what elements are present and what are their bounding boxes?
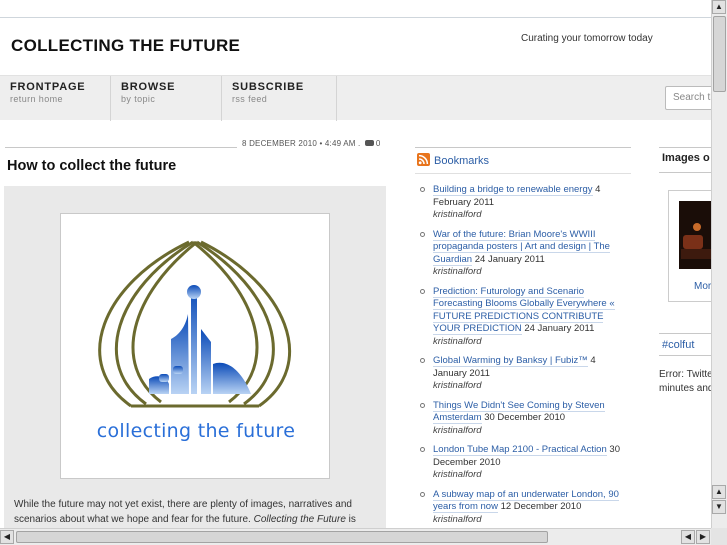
colfut-logo-graphic [98,240,291,408]
scroll-up-button[interactable]: ▲ [712,0,726,14]
header-top-rule [0,17,711,18]
comment-count[interactable]: 0 [376,139,381,148]
post-excerpt: While the future may not yet exist, ther… [14,497,369,528]
scroll-down-button[interactable]: ▼ [712,500,726,514]
images-widget-title: Images o [662,152,710,164]
site-tagline: Curating your tomorrow today [521,33,653,44]
post-meta-rule [5,147,237,148]
error-line: Error: Twitte [659,369,711,380]
browser-viewport: COLLECTING THE FUTURE Curating your tomo… [0,0,711,528]
nav-item-sublabel: return home [10,94,63,104]
bookmark-item: Things We Didn't See Coming by Steven Am… [418,399,630,438]
rss-icon-glyph [418,154,429,165]
bullet-icon [420,402,425,408]
bookmark-item: London Tube Map 2100 - Practical Action … [418,444,630,482]
nav-item-frontpage[interactable]: FRONTPAGE return home [0,76,111,121]
images-title-rule [659,172,711,173]
bookmark-user: kristinalford [433,424,482,436]
site-title[interactable]: COLLECTING THE FUTURE [11,36,240,56]
colfut-widget-title[interactable]: #colfut [662,339,694,351]
bookmarks-title-rule [415,173,631,174]
error-line: minutes and [659,383,711,394]
comment-icon[interactable] [364,140,374,146]
bullet-icon [420,447,425,452]
bullet-icon [420,187,425,192]
nav-item-sublabel: by topic [121,94,156,104]
bookmarks-list: Building a bridge to renewable energy 4 … [418,184,630,528]
images-top-rule [659,147,711,148]
scroll-up-button-lower[interactable]: ▲ [712,485,726,499]
bookmark-date: 24 January 2011 [521,323,595,334]
post-title[interactable]: How to collect the future [7,158,176,174]
post-body: collecting the future While the future m… [4,186,386,528]
bookmark-item: Global Warming by Banksy | Fubiz™ 4 Janu… [418,355,630,393]
bullet-icon [420,231,425,237]
bookmark-user: kristinalford [433,513,482,525]
bookmark-date: 30 December 2010 [481,412,566,423]
nav-item-subscribe[interactable]: SUBSCRIBE rss feed [222,76,337,121]
scroll-left-button[interactable]: ◀ [0,530,14,544]
nav-item-label: FRONTPAGE [10,81,86,93]
horizontal-scrollbar[interactable]: ◀ ◀ ▶ [0,528,711,545]
logo-wordmark: collecting the future [96,420,296,442]
bookmark-item: Building a bridge to renewable energy 4 … [418,184,630,222]
post-logo-image[interactable]: collecting the future [60,213,330,479]
bullet-icon [420,491,425,497]
search-input[interactable]: Search th [665,86,711,110]
bookmark-user: kristinalford [433,380,482,391]
scroll-right-button[interactable]: ▶ [696,530,710,544]
bookmark-link[interactable]: Building a bridge to renewable energy [433,184,593,196]
bookmark-user: kristinalford [433,266,482,277]
scrollbar-corner [711,528,727,545]
photo-detail [681,249,711,259]
bookmark-link[interactable]: Global Warming by Banksy | Fubiz™ [433,355,588,367]
photo-detail [683,235,703,249]
bullet-icon [420,358,425,363]
more-images-link[interactable]: Mor [694,281,711,292]
scroll-left-button-right[interactable]: ◀ [681,530,695,544]
bookmark-link[interactable]: London Tube Map 2100 - Practical Action [433,444,607,456]
nav-item-label: BROWSE [121,81,176,93]
vertical-scroll-thumb[interactable] [713,16,726,92]
bookmark-user: kristinalford [433,335,482,347]
nav-item-sublabel: rss feed [232,94,268,104]
post-date: 8 DECEMBER 2010 • 4:49 AM . [242,139,361,148]
bookmark-date: 24 January 2011 [472,253,545,265]
bookmark-date: 12 December 2010 [497,501,582,512]
photo-detail [693,223,701,231]
vertical-scrollbar[interactable]: ▲ ▲ ▼ [711,0,727,528]
photo-thumbnail[interactable] [679,201,711,269]
bookmarks-top-rule [415,147,631,148]
rss-icon[interactable] [417,153,430,166]
bookmark-item: Prediction: Futurology and Scenario Fore… [418,285,630,349]
bookmark-user: kristinalford [433,209,482,220]
main-nav: FRONTPAGE return home BROWSE by topic SU… [0,75,711,121]
excerpt-emphasis: Collecting the Future [253,514,346,525]
bookmark-user: kristinalford [433,469,482,480]
post-meta: 8 DECEMBER 2010 • 4:49 AM . 0 [242,139,381,148]
bookmark-item: A subway map of an underwater London, 90… [418,488,630,527]
nav-item-browse[interactable]: BROWSE by topic [111,76,222,121]
bookmarks-title[interactable]: Bookmarks [434,155,489,167]
bullet-icon [420,288,425,294]
bookmark-item: War of the future: Brian Moore's WWIII p… [418,228,630,279]
twitter-error-text: Error: Twitte minutes and [659,368,711,396]
horizontal-scroll-thumb[interactable] [16,531,548,543]
nav-item-label: SUBSCRIBE [232,81,304,93]
